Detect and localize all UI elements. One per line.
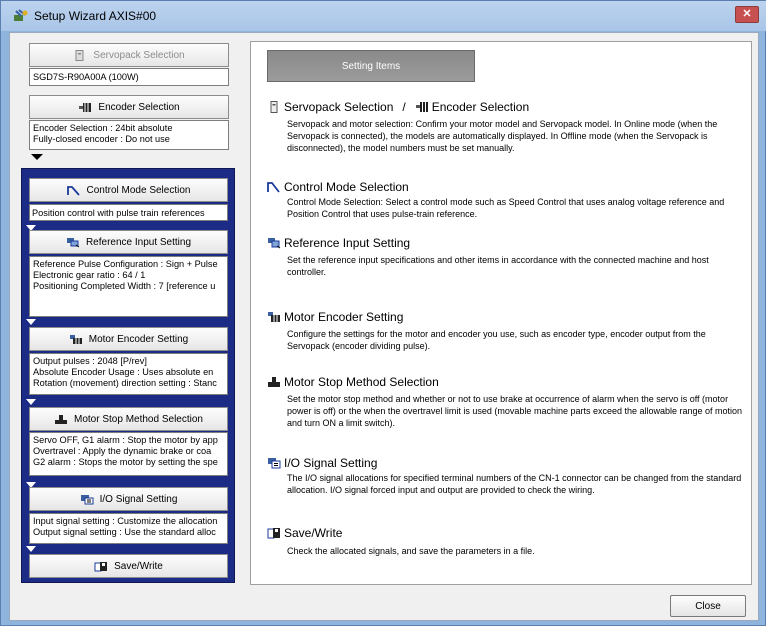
servopack-model-text: SGD7S-R90A00A (100W) bbox=[33, 72, 139, 82]
reference-info-line: Electronic gear ratio : 64 / 1 bbox=[33, 270, 146, 280]
servopack-encoder-section-title: Servopack Selection / Encoder Selection bbox=[267, 100, 529, 114]
servopack-encoder-description: Servopack and motor selection: Confirm y… bbox=[287, 119, 718, 153]
title-bar[interactable]: Setup Wizard AXIS#00 ✕ bbox=[1, 1, 766, 31]
flow-arrow-icon bbox=[26, 546, 36, 552]
setting-items-panel: Setting Items Servopack Selection / Enco… bbox=[250, 41, 752, 585]
flow-arrow-icon bbox=[31, 154, 43, 160]
motor-encoder-setting-label: Motor Encoder Setting bbox=[88, 333, 189, 345]
save-write-icon bbox=[267, 528, 280, 539]
servopack-model-box: SGD7S-R90A00A (100W) bbox=[29, 68, 229, 86]
motor-encoder-section-title: Motor Encoder Setting bbox=[267, 310, 403, 324]
motor-stop-description: Set the motor stop method and whether or… bbox=[287, 394, 743, 428]
flow-arrow-icon bbox=[26, 319, 36, 325]
io-signal-description: The I/O signal allocations for specified… bbox=[287, 473, 742, 495]
motor-encoder-icon bbox=[69, 334, 82, 344]
save-write-section-label: Save/Write bbox=[284, 526, 343, 540]
motor-encoder-info-line: Rotation (movement) direction setting : … bbox=[33, 378, 217, 388]
reference-input-section-title: Reference Input Setting bbox=[267, 236, 410, 250]
motor-stop-section-label: Motor Stop Method Selection bbox=[284, 375, 439, 389]
encoder-selection-button[interactable]: Encoder Selection bbox=[29, 95, 229, 119]
servopack-selection-button[interactable]: Servopack Selection bbox=[29, 43, 229, 67]
encoder-section-label: Encoder Selection bbox=[431, 100, 530, 114]
close-button[interactable]: Close bbox=[670, 595, 746, 617]
wizard-icon bbox=[14, 9, 28, 21]
reference-info-line: Reference Pulse Configuration : Sign + P… bbox=[33, 259, 218, 269]
io-info-box: Input signal setting : Customize the all… bbox=[29, 513, 228, 544]
save-write-section-title: Save/Write bbox=[267, 526, 342, 540]
encoder-icon bbox=[79, 102, 92, 112]
window-title: Setup Wizard AXIS#00 bbox=[34, 9, 157, 23]
io-signal-setting-button[interactable]: I/O Signal Setting bbox=[29, 487, 228, 511]
motor-stop-info-line: G2 alarm : Stops the motor by setting th… bbox=[33, 457, 218, 467]
encoder-info-box: Encoder Selection : 24bit absolute Fully… bbox=[29, 120, 229, 150]
reference-input-setting-label: Reference Input Setting bbox=[85, 236, 192, 248]
encoder-selection-label: Encoder Selection bbox=[98, 101, 180, 113]
setting-items-button[interactable]: Setting Items bbox=[267, 50, 475, 82]
io-signal-icon bbox=[80, 494, 94, 504]
control-mode-info-box: Position control with pulse train refere… bbox=[29, 204, 228, 221]
encoder-info-line: Encoder Selection : 24bit absolute bbox=[33, 123, 173, 133]
io-signal-section-title: I/O Signal Setting bbox=[267, 456, 377, 470]
reference-info-line: Positioning Completed Width : 7 [referen… bbox=[33, 281, 216, 291]
reference-input-section-label: Reference Input Setting bbox=[284, 236, 411, 250]
motor-encoder-info-line: Output pulses : 2048 [P/rev] bbox=[33, 356, 147, 366]
motor-stop-info-box: Servo OFF, G1 alarm : Stop the motor by … bbox=[29, 432, 228, 476]
io-signal-setting-label: I/O Signal Setting bbox=[99, 493, 178, 505]
control-mode-selection-button[interactable]: Control Mode Selection bbox=[29, 178, 228, 202]
servopack-selection-label: Servopack Selection bbox=[93, 49, 185, 61]
encoder-info-line: Fully-closed encoder : Do not use bbox=[33, 134, 170, 144]
motor-stop-method-selection-button[interactable]: Motor Stop Method Selection bbox=[29, 407, 228, 431]
save-write-button[interactable]: Save/Write bbox=[29, 554, 228, 578]
title-separator: / bbox=[402, 100, 406, 114]
setup-wizard-window: Setup Wizard AXIS#00 ✕ Servopack Selecti… bbox=[0, 0, 766, 626]
control-mode-description: Control Mode Selection: Select a control… bbox=[287, 197, 725, 219]
control-mode-section-label: Control Mode Selection bbox=[284, 180, 409, 194]
motor-encoder-icon bbox=[268, 312, 280, 322]
motor-encoder-section-label: Motor Encoder Setting bbox=[284, 310, 404, 324]
save-write-description: Check the allocated signals, and save th… bbox=[287, 546, 535, 556]
motor-stop-section-title: Motor Stop Method Selection bbox=[267, 375, 439, 389]
io-info-line: Output signal setting : Use the standard… bbox=[33, 527, 216, 537]
servopack-icon bbox=[75, 49, 84, 61]
servopack-icon bbox=[270, 101, 278, 113]
motor-encoder-info-box: Output pulses : 2048 [P/rev] Absolute En… bbox=[29, 353, 228, 395]
io-signal-section-label: I/O Signal Setting bbox=[284, 456, 378, 470]
control-mode-icon bbox=[267, 182, 280, 193]
servopack-section-label: Servopack Selection bbox=[284, 100, 394, 114]
control-mode-info-line: Position control with pulse train refere… bbox=[32, 208, 205, 218]
reference-info-box: Reference Pulse Configuration : Sign + P… bbox=[29, 256, 228, 317]
reference-input-icon bbox=[66, 237, 80, 247]
io-info-line: Input signal setting : Customize the all… bbox=[33, 516, 218, 526]
window-close-icon[interactable]: ✕ bbox=[735, 6, 759, 23]
save-write-label: Save/Write bbox=[114, 560, 163, 572]
encoder-icon bbox=[415, 102, 428, 112]
control-mode-section-title: Control Mode Selection bbox=[267, 180, 409, 194]
motor-encoder-setting-button[interactable]: Motor Encoder Setting bbox=[29, 327, 228, 351]
control-mode-icon bbox=[66, 185, 80, 196]
motor-stop-icon bbox=[268, 377, 280, 387]
reference-input-description: Set the reference input specifications a… bbox=[287, 255, 709, 277]
reference-input-setting-button[interactable]: Reference Input Setting bbox=[29, 230, 228, 254]
motor-encoder-info-line: Absolute Encoder Usage : Uses absolute e… bbox=[33, 367, 214, 377]
motor-stop-method-selection-label: Motor Stop Method Selection bbox=[74, 413, 203, 425]
save-write-icon bbox=[94, 561, 108, 571]
control-mode-selection-label: Control Mode Selection bbox=[86, 184, 191, 196]
io-signal-icon bbox=[268, 458, 281, 469]
flow-arrow-icon bbox=[26, 399, 36, 405]
motor-stop-info-line: Servo OFF, G1 alarm : Stop the motor by … bbox=[33, 435, 218, 445]
reference-input-icon bbox=[268, 238, 281, 249]
motor-stop-icon bbox=[55, 414, 68, 424]
motor-stop-info-line: Overtravel : Apply the dynamic brake or … bbox=[33, 446, 212, 456]
motor-encoder-description: Configure the settings for the motor and… bbox=[287, 329, 706, 351]
